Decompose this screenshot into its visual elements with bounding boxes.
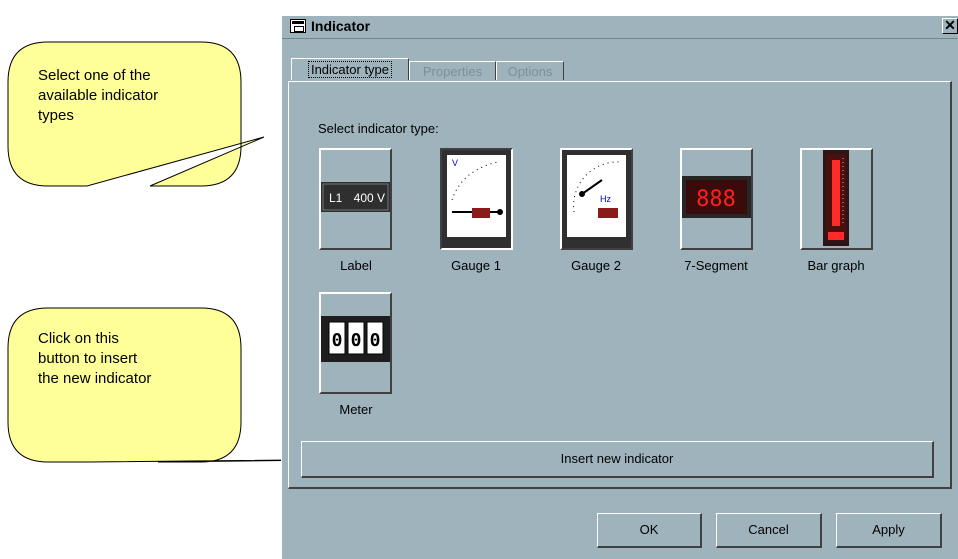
callout-1-line: available indicator	[38, 87, 159, 104]
callout-2-text: Click on this button to insert the new i…	[38, 329, 151, 389]
tab-panel	[288, 81, 952, 489]
title-bar[interactable]: Indicator ✕	[282, 16, 958, 39]
indicator-label-meter: Meter	[339, 402, 373, 417]
indicator-button-gauge-1[interactable]: V	[440, 148, 513, 250]
meter-digit: 0	[351, 330, 362, 351]
ok-button[interactable]: OK	[597, 513, 702, 548]
tab-label: Indicator type	[307, 61, 393, 78]
indicator-label-label: Label	[340, 258, 372, 273]
callout-2-line: button to insert	[38, 350, 138, 367]
tab-properties[interactable]: Properties	[409, 61, 496, 80]
indicator-label-bar-graph: Bar graph	[807, 258, 865, 273]
indicator-button-meter[interactable]: 0 0 0	[319, 292, 392, 394]
indicator-label-gauge-1: Gauge 1	[451, 258, 501, 273]
callout-2-line: the new indicator	[38, 370, 152, 387]
window-icon	[290, 19, 306, 33]
indicator-button-bar-graph[interactable]	[800, 148, 873, 250]
select-type-label: Select indicator type:	[318, 121, 439, 136]
close-button[interactable]: ✕	[942, 18, 958, 34]
meter-digit: 0	[370, 330, 381, 351]
gauge-2-unit: Hz	[600, 194, 611, 204]
insert-new-indicator-button[interactable]: Insert new indicator	[301, 441, 934, 478]
bar-graph-icon	[823, 150, 849, 246]
cancel-button[interactable]: Cancel	[716, 513, 822, 548]
gauge-linear-icon: V	[442, 150, 511, 248]
window-title: Indicator	[311, 18, 371, 34]
tab-options[interactable]: Options	[496, 61, 564, 80]
label-preview-left: L1	[329, 191, 343, 205]
callout-1-line: types	[38, 107, 74, 124]
indicator-label-gauge-2: Gauge 2	[571, 258, 621, 273]
meter-digit: 0	[332, 330, 343, 351]
apply-button[interactable]: Apply	[836, 513, 942, 548]
counter-meter-icon: 0 0 0	[321, 316, 390, 362]
indicator-button-7-segment[interactable]: 888	[680, 148, 753, 250]
label-display-icon: L1 400 V	[321, 182, 390, 212]
label-preview-right: 400 V	[354, 191, 385, 205]
callout-1-text: Select one of the available indicator ty…	[38, 66, 158, 126]
gauge-radial-icon: Hz	[562, 150, 631, 248]
indicator-button-label[interactable]: L1 400 V	[319, 148, 392, 250]
seven-segment-icon: 888	[682, 176, 751, 218]
tab-indicator-type[interactable]: Indicator type	[291, 58, 409, 80]
indicator-button-gauge-2[interactable]: Hz	[560, 148, 633, 250]
seven-segment-preview: 888	[696, 187, 736, 212]
indicator-label-7-segment: 7-Segment	[684, 258, 748, 273]
callout-1-line: Select one of the	[38, 67, 151, 84]
callout-2-line: Click on this	[38, 330, 119, 347]
gauge-1-unit: V	[452, 158, 458, 168]
